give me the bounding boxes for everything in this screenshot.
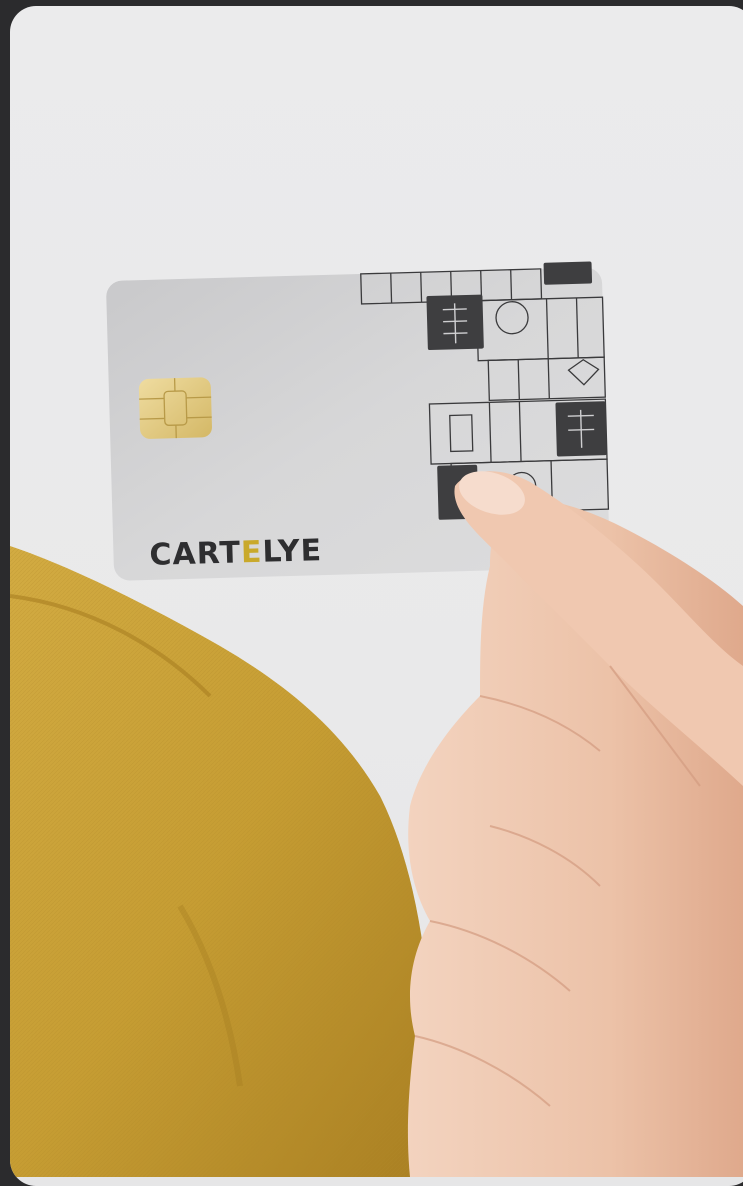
- brand-suffix: LYE: [262, 533, 323, 570]
- card-photo: CARTELYE: [10, 6, 743, 1177]
- svg-text:CARTELYE: CARTELYE: [149, 533, 323, 573]
- emv-chip-icon: [139, 377, 213, 439]
- card-brand-logo: CARTELYE: [149, 533, 323, 573]
- brand-accent-letter: E: [240, 535, 262, 571]
- shirt: [10, 546, 435, 1177]
- photo-frame: CARTELYE: [10, 6, 743, 1186]
- brand-prefix: CART: [149, 535, 241, 573]
